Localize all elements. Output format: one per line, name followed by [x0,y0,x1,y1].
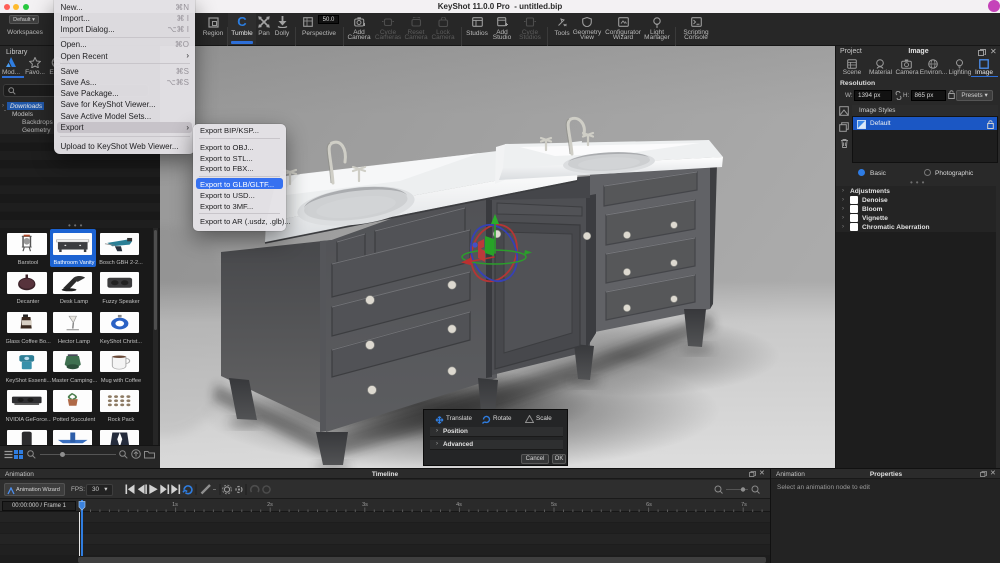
svg-text:2s: 2s [267,502,273,508]
svg-text:6s: 6s [646,502,652,508]
svg-text:5s: 5s [551,502,557,508]
svg-text:3s: 3s [362,502,368,508]
svg-text:4s: 4s [456,502,462,508]
svg-text:7s: 7s [741,502,747,508]
svg-text:1s: 1s [172,502,178,508]
